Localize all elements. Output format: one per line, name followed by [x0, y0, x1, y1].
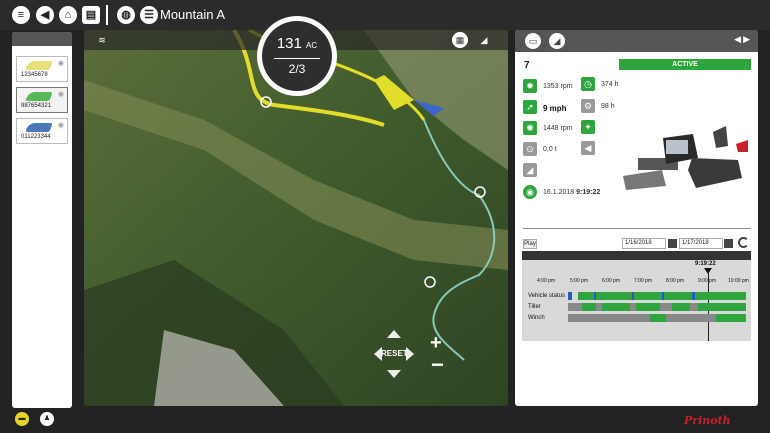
status-segment — [568, 292, 572, 300]
engine-hours-icon: ◷ — [581, 77, 595, 91]
blade-icon: ◢ — [523, 163, 537, 177]
tick-label: 7:00 pm — [634, 278, 653, 284]
row-label: Vehicle status — [528, 293, 566, 299]
map-settings-icon[interactable]: ▦ — [452, 32, 468, 48]
tiller-segment — [582, 303, 596, 311]
slope-icon[interactable]: ◢ — [476, 32, 492, 48]
row-label: Tiller — [528, 304, 541, 310]
tick-label: 8:00 pm — [666, 278, 685, 284]
eye-icon[interactable]: ◉ — [58, 59, 64, 67]
pager-arrows[interactable]: ◀▶ — [734, 34, 752, 45]
vehicle-number: 7 — [524, 60, 530, 71]
gps-signal-icon: ◉ — [523, 185, 537, 199]
tick-label: 4:00 pm — [537, 278, 556, 284]
section-divider — [523, 228, 751, 229]
play-button[interactable]: Play — [523, 239, 537, 249]
tick-label: 5:00 pm — [570, 278, 589, 284]
area-gauge: 131 AC 2/3 — [257, 16, 337, 96]
zoom-out-button[interactable]: − — [431, 352, 444, 378]
engine-rpm: 1353 rpm — [543, 83, 573, 90]
snowcat-icon — [25, 61, 53, 70]
snowcat-icon — [25, 92, 53, 101]
tiller-segment — [636, 303, 660, 311]
home-icon[interactable]: ⌂ — [59, 6, 77, 24]
vehicle-item-3[interactable]: ◉ 011223344 — [16, 118, 68, 144]
snowcat-image — [623, 126, 748, 190]
date-to-input[interactable]: 1/17/2018 — [679, 238, 723, 249]
tick-label: 9:00 pm — [698, 278, 717, 284]
eye-icon[interactable]: ◉ — [58, 90, 64, 98]
refresh-icon[interactable] — [738, 237, 749, 248]
tiller-rpm: 1448 rpm — [543, 125, 573, 132]
user-icon[interactable]: ♟ — [40, 412, 54, 426]
report-icon[interactable]: ▤ — [82, 6, 100, 24]
tiller-segment — [672, 303, 690, 311]
brand-logo: Prinoth — [684, 414, 731, 427]
timeline-scrubber[interactable] — [522, 251, 751, 260]
page-title: Mountain A — [160, 7, 226, 22]
fleet-panel: ◉ 12345678 ◉ 987654321 ◉ 011223344 — [12, 32, 72, 408]
calendar-icon[interactable] — [724, 239, 733, 248]
layers-icon[interactable]: ≋ — [94, 32, 110, 48]
reset-button[interactable]: RESET — [381, 349, 408, 358]
tick-label: 6:00 pm — [602, 278, 621, 284]
engine-hours: 374 h — [601, 81, 619, 88]
status-segment — [632, 292, 634, 300]
status-badge: ACTIVE — [619, 59, 751, 70]
menu-icon[interactable]: ≡ — [12, 6, 30, 24]
vehicle-item-2[interactable]: ◉ 987654321 — [16, 87, 68, 113]
tiller-hours: 98 h — [601, 103, 615, 110]
speed-icon: ➚ — [523, 100, 537, 114]
gauge-value: 131 AC — [276, 35, 318, 52]
tiller-segment — [602, 303, 630, 311]
vehicle-item-1[interactable]: ◉ 12345678 — [16, 56, 68, 82]
winch-segment — [716, 314, 746, 322]
status-segment — [692, 292, 695, 300]
list-icon[interactable]: ☰ — [140, 6, 158, 24]
globe-icon[interactable]: ◍ — [117, 6, 135, 24]
tiller-hours-icon: ⚙ — [581, 99, 595, 113]
back-icon[interactable]: ◀ — [36, 6, 54, 24]
date-from-input[interactable]: 1/16/2018 — [622, 238, 666, 249]
status-segment — [594, 292, 596, 300]
monitor-icon[interactable]: ▭ — [525, 33, 541, 49]
vehicle-detail-panel: ▭ ◢ ◀▶ 7 ACTIVE ✹ 1353 rpm ◷ 374 h ➚ 9 m… — [515, 30, 758, 406]
divider — [106, 5, 108, 25]
status-segment — [662, 292, 664, 300]
calendar-icon[interactable] — [668, 239, 677, 248]
engine-icon: ✹ — [523, 79, 537, 93]
slope-icon[interactable]: ◢ — [549, 33, 565, 49]
top-bar: ≡ ◀ ⌂ ▤ ◍ ☰ Mountain A — [0, 0, 770, 30]
activity-timeline[interactable]: 9:19:22 4:00 pm 5:00 pm 6:00 pm 7:00 pm … — [522, 251, 751, 341]
snowcat-icon — [25, 123, 53, 132]
vehicle-id: 987654321 — [21, 103, 52, 109]
fleet-panel-header — [12, 32, 72, 46]
pan-control[interactable]: RESET — [374, 330, 414, 378]
gauge-fraction: 2/3 — [288, 62, 306, 76]
horn-icon: ◀ — [581, 141, 595, 155]
detail-header: ▭ ◢ ◀▶ — [515, 30, 758, 52]
winch-icon: ⊙ — [523, 142, 537, 156]
tiller-segment — [698, 303, 746, 311]
eye-icon[interactable]: ◉ — [58, 121, 64, 129]
vehicle-id: 12345678 — [21, 72, 48, 78]
light-icon: ✦ — [581, 120, 595, 134]
snowcat-icon[interactable]: ▬ — [15, 412, 29, 426]
speed: 9 mph — [543, 104, 567, 113]
winch-load: 0,0 t — [543, 146, 557, 153]
cursor-time: 9:19:22 — [695, 261, 716, 267]
tiller-icon: ✺ — [523, 121, 537, 135]
winch-segment — [650, 314, 666, 322]
tick-label: 10:00 pm — [728, 278, 749, 284]
vehicle-id: 011223344 — [21, 134, 51, 140]
last-update: 16.1.2018 9:19:22 — [543, 189, 601, 196]
row-label: Winch — [528, 315, 545, 321]
